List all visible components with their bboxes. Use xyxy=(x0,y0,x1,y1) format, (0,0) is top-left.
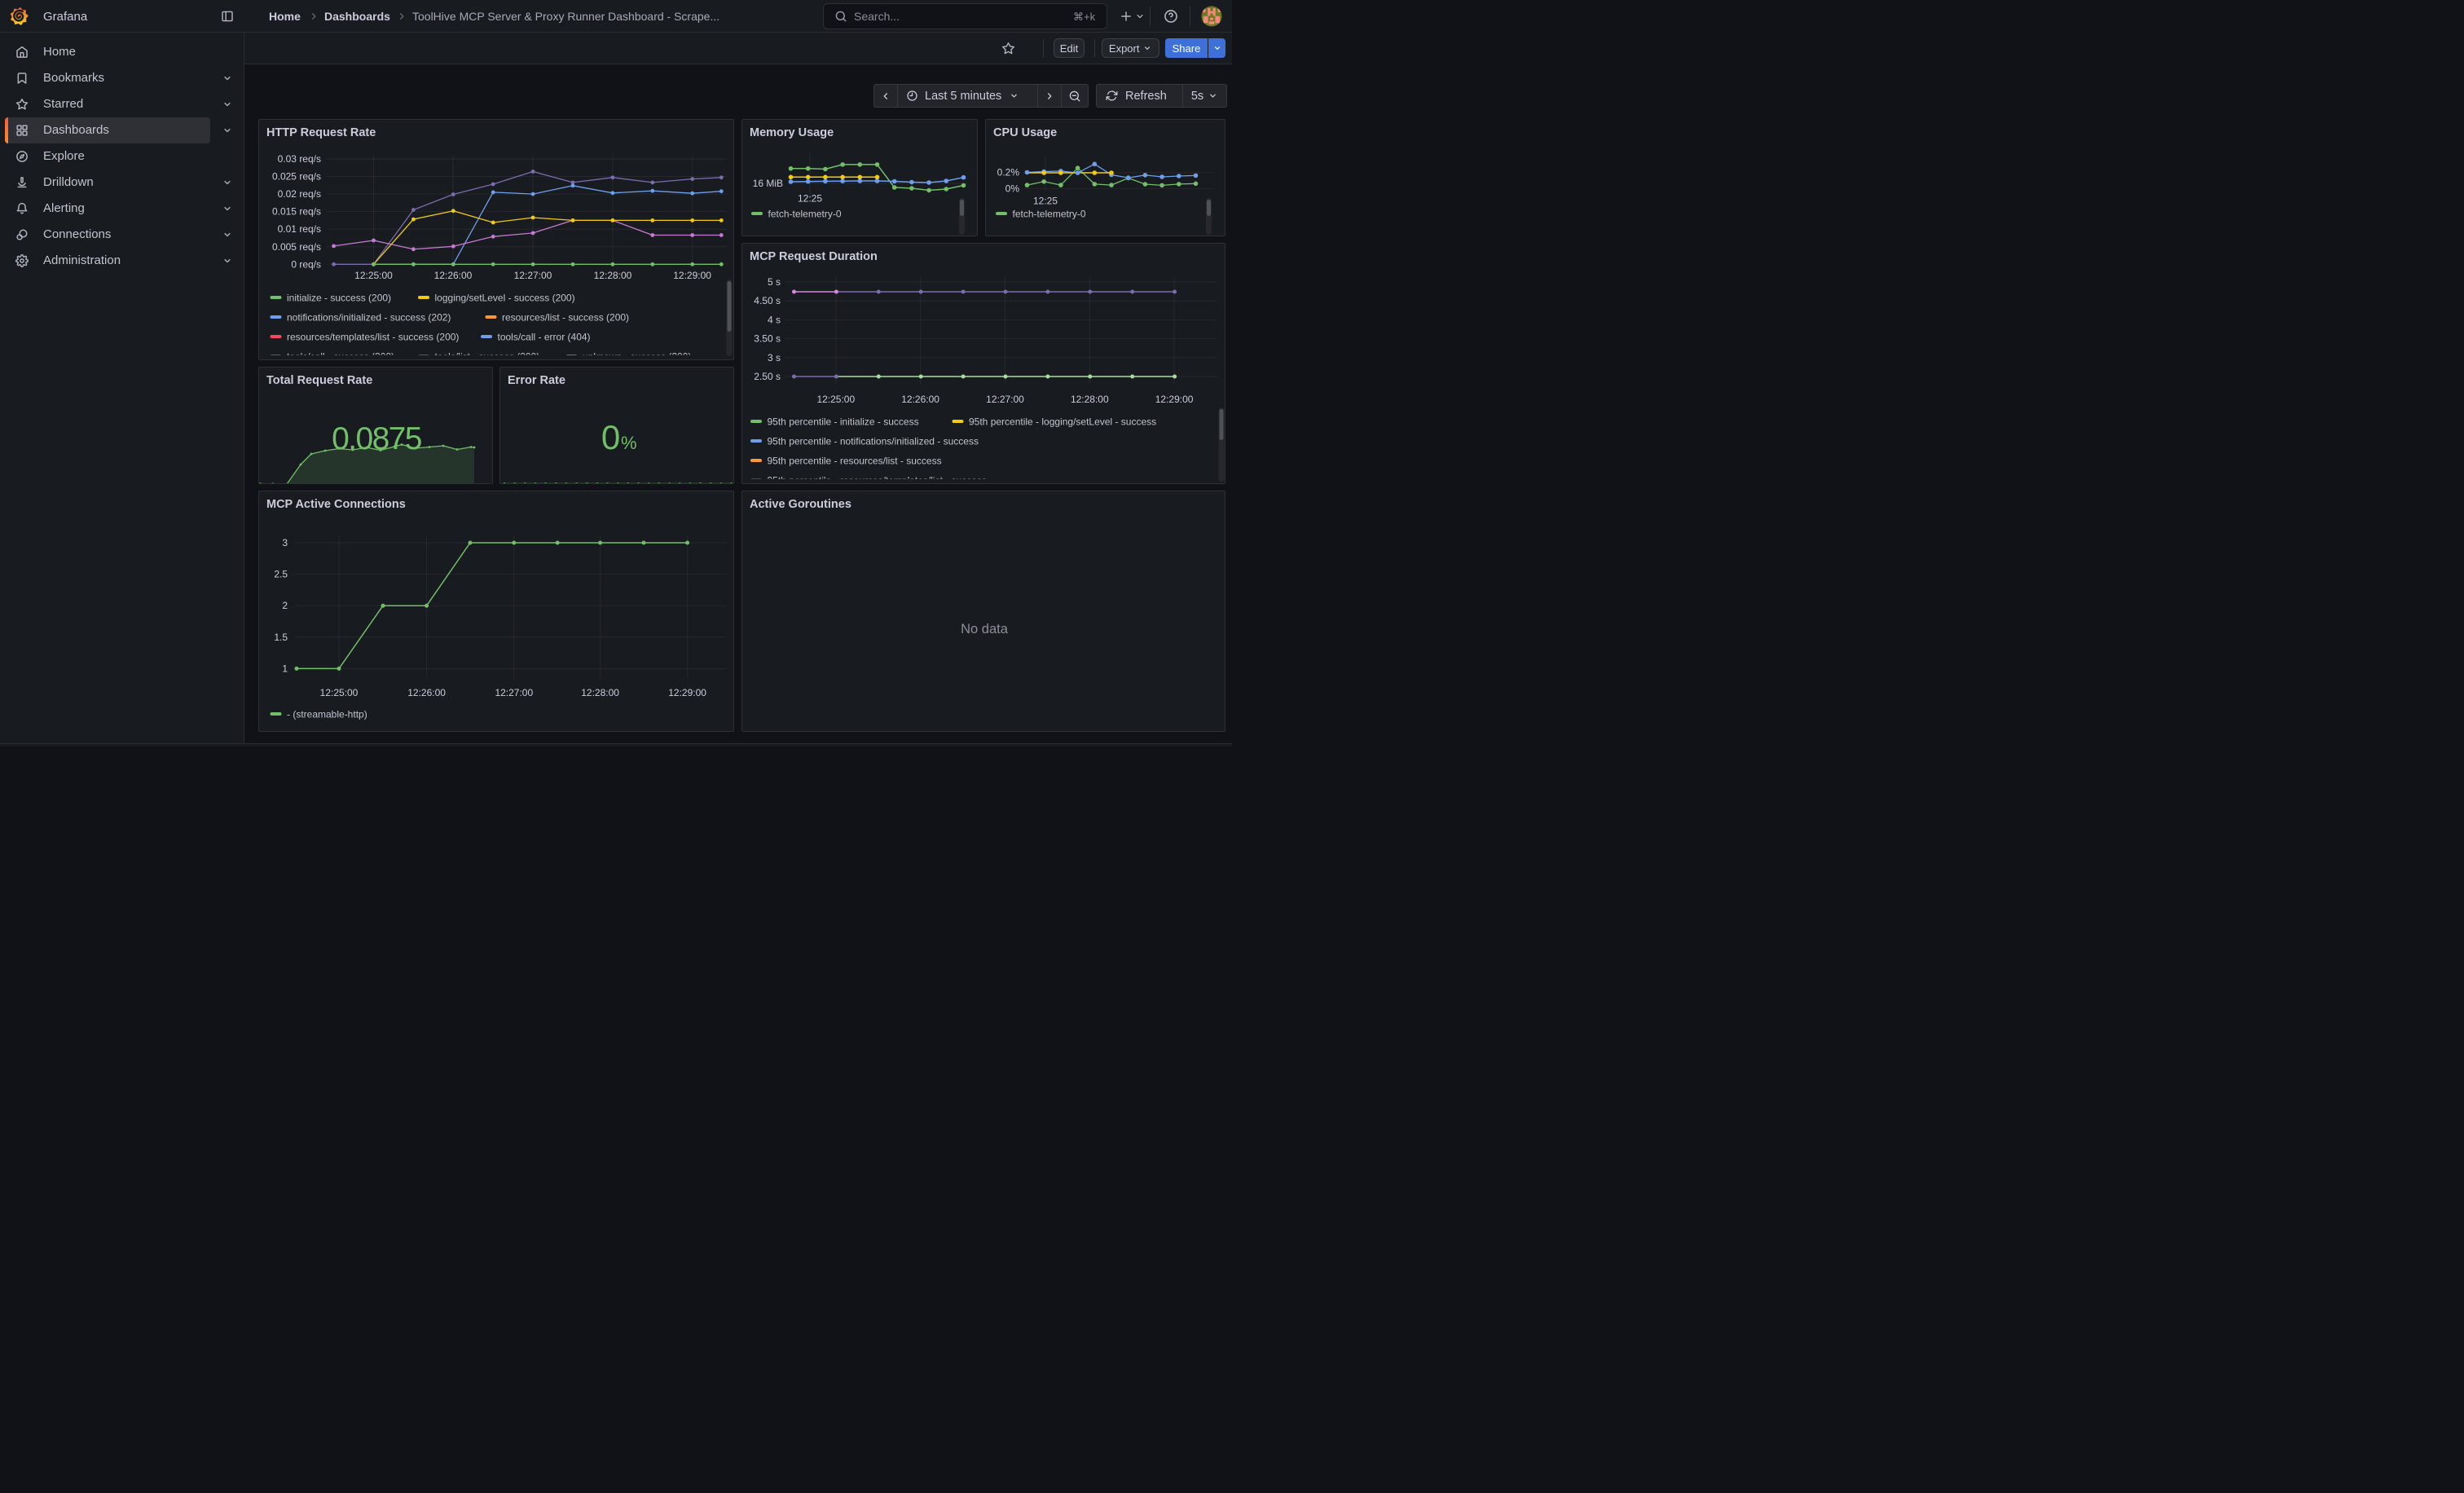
svg-text:0.03 req/s: 0.03 req/s xyxy=(278,153,321,165)
svg-text:0.005 req/s: 0.005 req/s xyxy=(272,241,321,253)
svg-text:fetch-telemetry-0: fetch-telemetry-0 xyxy=(1013,209,1086,220)
svg-text:95th percentile - notification: 95th percentile - notifications/initiali… xyxy=(768,436,979,447)
svg-text:1.5: 1.5 xyxy=(274,632,288,643)
svg-text:16 MiB: 16 MiB xyxy=(753,178,783,189)
svg-text:0 req/s: 0 req/s xyxy=(291,258,321,270)
svg-text:4 s: 4 s xyxy=(768,314,781,325)
svg-text:12:28:00: 12:28:00 xyxy=(594,270,632,281)
svg-text:3 s: 3 s xyxy=(768,352,781,363)
svg-text:12:29:00: 12:29:00 xyxy=(1155,394,1194,405)
svg-text:4.50 s: 4.50 s xyxy=(754,295,781,306)
svg-text:fetch-telemetry-0: fetch-telemetry-0 xyxy=(768,209,842,220)
svg-text:3.50 s: 3.50 s xyxy=(754,333,781,345)
svg-text:12:27:00: 12:27:00 xyxy=(986,394,1024,405)
svg-text:12:25:00: 12:25:00 xyxy=(354,270,393,281)
svg-text:initialize - success (200): initialize - success (200) xyxy=(287,293,391,304)
svg-text:12:26:00: 12:26:00 xyxy=(434,270,473,281)
svg-text:0.0875: 0.0875 xyxy=(332,421,422,456)
svg-text:5 s: 5 s xyxy=(768,276,781,288)
svg-text:0.02 req/s: 0.02 req/s xyxy=(278,188,321,200)
svg-text:logging/setLevel - success (20: logging/setLevel - success (200) xyxy=(435,293,575,304)
svg-text:0.015 req/s: 0.015 req/s xyxy=(272,206,321,218)
svg-text:95th percentile - logging/setL: 95th percentile - logging/setLevel - suc… xyxy=(969,416,1156,428)
svg-text:0.01 req/s: 0.01 req/s xyxy=(278,223,321,235)
svg-text:1: 1 xyxy=(282,663,288,674)
svg-text:12:27:00: 12:27:00 xyxy=(495,687,533,698)
svg-text:2: 2 xyxy=(282,600,288,611)
svg-text:resources/templates/list - suc: resources/templates/list - success (200) xyxy=(287,332,459,343)
svg-text:95th percentile - resources/li: 95th percentile - resources/list - succe… xyxy=(768,456,942,467)
svg-text:12:27:00: 12:27:00 xyxy=(514,270,552,281)
svg-text:0.2%: 0.2% xyxy=(997,167,1020,178)
svg-text:2.50 s: 2.50 s xyxy=(754,371,781,382)
svg-text:- (streamable-http): - (streamable-http) xyxy=(287,709,367,720)
svg-text:12:26:00: 12:26:00 xyxy=(407,687,446,698)
svg-text:12:25: 12:25 xyxy=(798,193,822,205)
svg-text:12:26:00: 12:26:00 xyxy=(901,394,939,405)
svg-text:12:25:00: 12:25:00 xyxy=(816,394,855,405)
svg-text:95th percentile - initialize -: 95th percentile - initialize - success xyxy=(768,416,919,428)
svg-text:resources/list - success (200): resources/list - success (200) xyxy=(502,312,629,324)
svg-text:3: 3 xyxy=(282,537,288,548)
svg-text:%: % xyxy=(621,433,637,453)
svg-text:tools/call - error (404): tools/call - error (404) xyxy=(498,332,591,343)
svg-text:12:28:00: 12:28:00 xyxy=(1071,394,1109,405)
svg-text:12:25:00: 12:25:00 xyxy=(320,687,359,698)
svg-text:0%: 0% xyxy=(1005,183,1020,194)
svg-text:0: 0 xyxy=(601,418,620,456)
svg-text:12:29:00: 12:29:00 xyxy=(673,270,711,281)
svg-text:notifications/initialized - su: notifications/initialized - success (202… xyxy=(287,312,451,324)
svg-text:2.5: 2.5 xyxy=(274,569,288,580)
svg-text:12:29:00: 12:29:00 xyxy=(668,687,706,698)
svg-text:12:25: 12:25 xyxy=(1033,196,1058,207)
svg-text:0.025 req/s: 0.025 req/s xyxy=(272,171,321,183)
svg-text:12:28:00: 12:28:00 xyxy=(581,687,619,698)
